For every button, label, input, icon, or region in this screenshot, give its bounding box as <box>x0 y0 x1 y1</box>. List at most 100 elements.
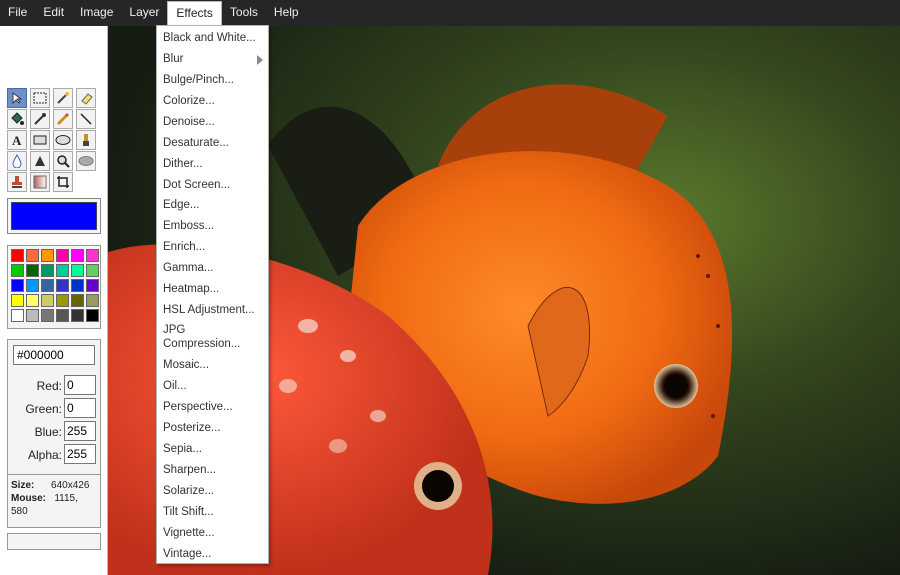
menu-item-dot-screen[interactable]: Dot Screen... <box>163 178 230 192</box>
blue-label: Blue: <box>34 425 62 439</box>
palette-swatch[interactable] <box>11 279 24 292</box>
menu-item-enrich[interactable]: Enrich... <box>163 240 205 254</box>
pencil-tool[interactable] <box>53 109 73 129</box>
svg-text:A: A <box>12 133 22 147</box>
smudge-tool[interactable] <box>76 151 96 171</box>
menu-item-denoise[interactable]: Denoise... <box>163 115 215 129</box>
rectangle-icon <box>33 135 47 145</box>
fill-tool[interactable] <box>7 109 27 129</box>
palette-swatch[interactable] <box>26 294 39 307</box>
palette-swatch[interactable] <box>56 309 69 322</box>
primary-color-box[interactable] <box>7 198 101 234</box>
eraser-tool[interactable] <box>76 88 96 108</box>
blue-input[interactable] <box>64 421 96 441</box>
alpha-input[interactable] <box>64 444 96 464</box>
size-label: Size: <box>11 480 35 491</box>
palette-swatch[interactable] <box>41 249 54 262</box>
menu-effects[interactable]: Effects <box>167 0 222 27</box>
menu-item-posterize[interactable]: Posterize... <box>163 421 221 435</box>
palette-swatch[interactable] <box>71 249 84 262</box>
mouse-row-2: 580 <box>11 505 97 518</box>
palette-swatch[interactable] <box>56 249 69 262</box>
brush-tool[interactable] <box>76 130 96 150</box>
menu-item-colorize[interactable]: Colorize... <box>163 94 215 108</box>
menu-item-vignette[interactable]: Vignette... <box>163 526 215 540</box>
primary-color-swatch[interactable] <box>11 202 97 230</box>
menu-image[interactable]: Image <box>72 0 121 26</box>
red-input[interactable] <box>64 375 96 395</box>
menu-help[interactable]: Help <box>266 0 307 26</box>
palette-swatch[interactable] <box>11 264 24 277</box>
menu-item-solarize[interactable]: Solarize... <box>163 484 214 498</box>
zoom-tool[interactable] <box>53 151 73 171</box>
palette-swatch[interactable] <box>86 279 99 292</box>
text-tool[interactable]: A <box>7 130 27 150</box>
blur-tool[interactable] <box>7 151 27 171</box>
menu-item-heatmap[interactable]: Heatmap... <box>163 282 219 296</box>
palette-swatch[interactable] <box>26 264 39 277</box>
palette-swatch[interactable] <box>71 264 84 277</box>
palette-swatch[interactable] <box>86 249 99 262</box>
palette-swatch[interactable] <box>56 264 69 277</box>
magic-wand-tool[interactable] <box>53 88 73 108</box>
palette-swatch[interactable] <box>26 249 39 262</box>
water-drop-icon <box>12 154 22 168</box>
menu-item-vintage[interactable]: Vintage... <box>163 547 211 561</box>
palette-swatch[interactable] <box>86 264 99 277</box>
palette-swatch[interactable] <box>26 279 39 292</box>
status-box <box>7 533 101 550</box>
menu-item-oil[interactable]: Oil... <box>163 379 187 393</box>
menu-item-dither[interactable]: Dither... <box>163 157 203 171</box>
line-icon <box>80 113 92 125</box>
menu-item-desaturate[interactable]: Desaturate... <box>163 136 229 150</box>
palette-swatch[interactable] <box>71 309 84 322</box>
palette-swatch[interactable] <box>71 279 84 292</box>
hex-color-input[interactable] <box>13 345 95 365</box>
clone-stamp-tool[interactable] <box>7 172 27 192</box>
size-row: Size: 640x426 <box>11 479 97 492</box>
rectangle-tool[interactable] <box>30 130 50 150</box>
crop-tool[interactable] <box>53 172 73 192</box>
palette-swatch[interactable] <box>86 309 99 322</box>
green-label: Green: <box>25 402 62 416</box>
menu-item-edge[interactable]: Edge... <box>163 198 199 212</box>
menu-item-blur[interactable]: Blur <box>163 52 183 66</box>
palette-swatch[interactable] <box>71 294 84 307</box>
palette-swatch[interactable] <box>11 294 24 307</box>
menu-item-black-and-white[interactable]: Black and White... <box>163 31 256 45</box>
palette-swatch[interactable] <box>86 294 99 307</box>
menu-tools[interactable]: Tools <box>222 0 266 26</box>
menu-file[interactable]: File <box>0 0 35 26</box>
green-input[interactable] <box>64 398 96 418</box>
sharpen-tool[interactable] <box>30 151 50 171</box>
palette-swatch[interactable] <box>11 249 24 262</box>
menu-item-sepia[interactable]: Sepia... <box>163 442 202 456</box>
palette-swatch[interactable] <box>56 294 69 307</box>
menu-item-tilt-shift[interactable]: Tilt Shift... <box>163 505 214 519</box>
gradient-icon <box>33 175 47 189</box>
gradient-tool[interactable] <box>30 172 50 192</box>
ellipse-tool[interactable] <box>53 130 73 150</box>
menu-layer[interactable]: Layer <box>121 0 167 26</box>
select-tool[interactable] <box>7 88 27 108</box>
menu-item-gamma[interactable]: Gamma... <box>163 261 213 275</box>
menu-item-bulge-pinch[interactable]: Bulge/Pinch... <box>163 73 234 87</box>
palette-swatch[interactable] <box>26 309 39 322</box>
marquee-tool[interactable] <box>30 88 50 108</box>
palette-swatch[interactable] <box>41 279 54 292</box>
menu-item-jpg-compression[interactable]: JPG Compression... <box>163 323 240 351</box>
line-tool[interactable] <box>76 109 96 129</box>
menu-item-mosaic[interactable]: Mosaic... <box>163 358 209 372</box>
palette-swatch[interactable] <box>11 309 24 322</box>
menu-item-hsl-adjustment[interactable]: HSL Adjustment... <box>163 303 255 317</box>
menu-edit[interactable]: Edit <box>35 0 72 26</box>
palette-swatch[interactable] <box>41 294 54 307</box>
palette-swatch[interactable] <box>56 279 69 292</box>
menu-item-perspective[interactable]: Perspective... <box>163 400 233 414</box>
menu-item-emboss[interactable]: Emboss... <box>163 219 214 233</box>
eyedropper-tool[interactable] <box>30 109 50 129</box>
palette-swatch[interactable] <box>41 309 54 322</box>
palette-swatch[interactable] <box>41 264 54 277</box>
menu-item-sharpen[interactable]: Sharpen... <box>163 463 216 477</box>
submenu-arrow-icon <box>257 55 263 65</box>
